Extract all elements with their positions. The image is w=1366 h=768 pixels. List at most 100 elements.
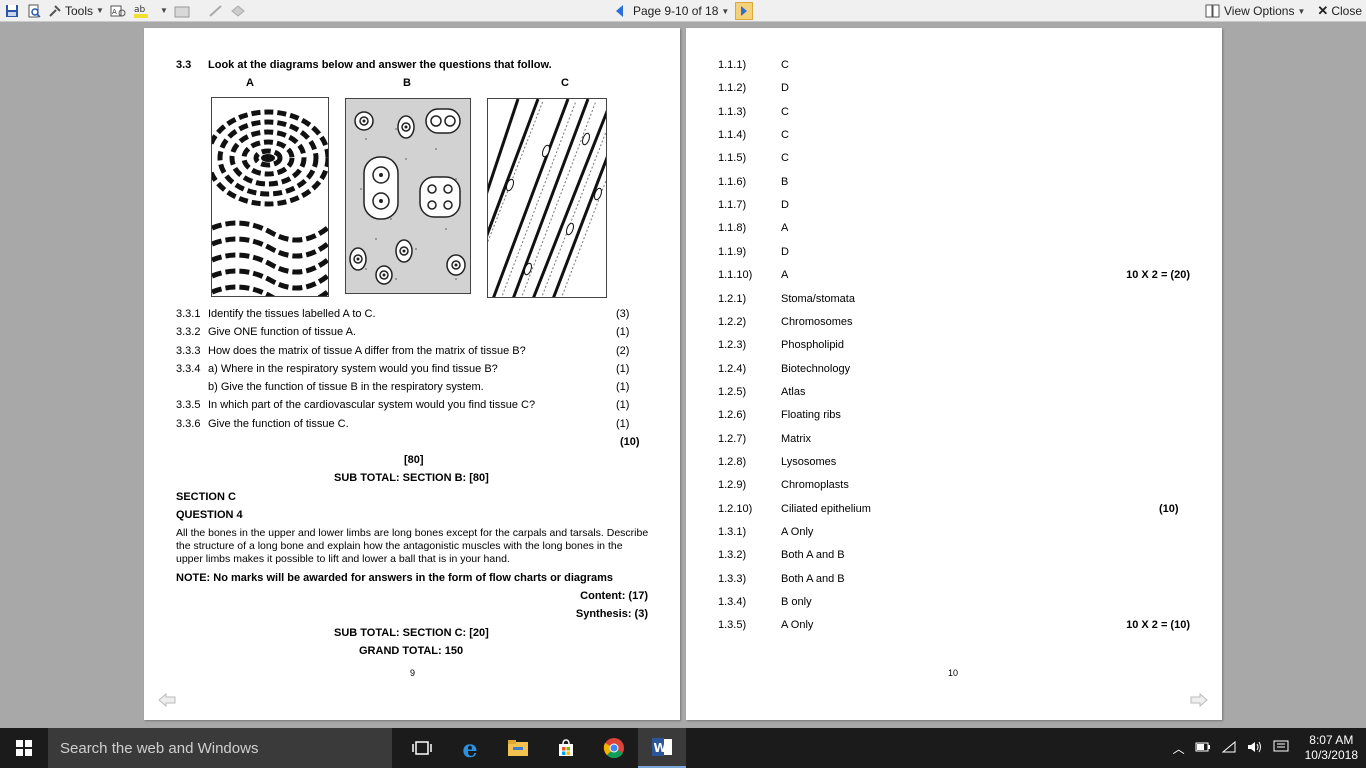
save-icon[interactable] <box>4 3 20 19</box>
answer-value: Both A and B <box>781 573 845 585</box>
search-placeholder: Search the web and Windows <box>60 739 259 757</box>
answer-value: C <box>781 152 789 164</box>
answer-value: D <box>781 246 789 258</box>
file-explorer-icon[interactable] <box>494 728 542 768</box>
clock-date: 10/3/2018 <box>1304 748 1358 762</box>
folder-icon[interactable] <box>174 3 190 19</box>
next-page-icon <box>741 6 748 16</box>
next-page-button[interactable] <box>735 2 754 20</box>
question-mark: (2) <box>616 345 630 357</box>
answer-value: Chromoplasts <box>781 479 849 491</box>
view-options-icon <box>1205 4 1220 18</box>
section-total: [80] <box>404 454 424 466</box>
diagram-b-cartilage <box>345 98 471 294</box>
notifications-icon[interactable] <box>1273 740 1289 757</box>
spelling-icon[interactable]: ab <box>132 3 154 19</box>
question-4-text-line: upper limbs makes it possible to lift an… <box>176 553 510 565</box>
question-mark: (1) <box>616 381 630 393</box>
question-number: 3.3 <box>176 59 192 71</box>
sub-total-section-c: SUB TOTAL: SECTION C: [20] <box>334 627 489 639</box>
question-text: Look at the diagrams below and answer th… <box>208 59 552 71</box>
research-icon[interactable]: A <box>110 3 126 19</box>
chevron-up-icon[interactable]: ︿ <box>1173 740 1185 757</box>
answer-value: C <box>781 106 789 118</box>
question-text: Give ONE function of tissue A. <box>208 326 356 338</box>
question-mark: (1) <box>616 418 630 430</box>
answer-value: B <box>781 176 789 188</box>
chevron-down-icon: ▼ <box>96 6 104 15</box>
word-icon[interactable]: W <box>638 728 686 768</box>
start-button[interactable] <box>0 728 48 768</box>
question-mark: (1) <box>616 363 630 375</box>
question-text: In which part of the cardiovascular syst… <box>208 399 536 411</box>
question-4-text-line: the structure of a long bone and explain… <box>176 540 623 552</box>
chevron-down-icon: ▼ <box>1297 6 1306 16</box>
volume-icon[interactable] <box>1247 740 1263 757</box>
sub-total-section-b: SUB TOTAL: SECTION B: [80] <box>334 472 489 484</box>
print-preview-icon[interactable] <box>26 3 42 19</box>
edge-icon[interactable]: e <box>446 728 494 768</box>
question-number: 3.3.6 <box>176 418 201 430</box>
answer-number: 1.3.1) <box>718 526 747 538</box>
store-icon[interactable] <box>542 728 590 768</box>
chrome-icon[interactable] <box>590 728 638 768</box>
answer-value: D <box>781 199 789 211</box>
grand-total: GRAND TOTAL: 150 <box>359 645 464 657</box>
tools-menu[interactable]: Tools ▼ <box>48 4 104 18</box>
chevron-down-icon[interactable]: ▼ <box>160 6 168 15</box>
question-text: Identify the tissues labelled A to C. <box>208 308 376 320</box>
page-number: 9 <box>410 668 416 678</box>
answer-number: 1.2.9) <box>718 479 747 491</box>
answer-number: 1.1.9) <box>718 246 747 258</box>
question-text: a) Where in the respiratory system would… <box>208 363 498 375</box>
page-9: 3.3 Look at the diagrams below and answe… <box>144 28 680 720</box>
synthesis-marks: Synthesis: (3) <box>575 608 648 620</box>
answer-value: Atlas <box>781 386 806 398</box>
edit-icon[interactable] <box>208 3 224 19</box>
view-options-menu[interactable]: View Options ▼ <box>1205 4 1305 18</box>
wifi-icon[interactable] <box>1221 740 1237 757</box>
svg-text:ab: ab <box>134 5 146 15</box>
answer-number: 1.2.6) <box>718 409 747 421</box>
diagram-label-c: C <box>561 77 569 89</box>
question-total: (10) <box>620 436 640 448</box>
answer-value: A <box>781 269 789 281</box>
answer-number: 1.3.5) <box>718 619 747 631</box>
tools-label: Tools <box>65 3 94 18</box>
battery-icon[interactable] <box>1195 741 1211 756</box>
reader-toolbar: Tools ▼ A ab ▼ Page 9-10 of 18 ▼ View Op… <box>0 0 1366 22</box>
answer-number: 1.2.1) <box>718 293 747 305</box>
section-c-heading: SECTION C <box>176 491 236 503</box>
answer-value: Both A and B <box>781 549 845 561</box>
content-marks: Content: (17) <box>580 590 648 602</box>
comment-icon[interactable] <box>230 3 246 19</box>
question-number: 3.3.4 <box>176 363 201 375</box>
answer-value: Lysosomes <box>781 456 837 468</box>
answer-value: A Only <box>781 619 814 631</box>
answer-number: 1.3.3) <box>718 573 747 585</box>
page-indicator[interactable]: Page 9-10 of 18 ▼ <box>633 4 729 18</box>
taskbar: Search the web and Windows e W ︿ 8:07 AM… <box>0 728 1366 768</box>
question-mark: (3) <box>616 308 630 320</box>
question-number: 3.3.5 <box>176 399 201 411</box>
answer-number: 1.2.3) <box>718 339 747 351</box>
close-button[interactable]: ✕ Close <box>1317 3 1362 19</box>
question-text: b) Give the function of tissue B in the … <box>208 381 484 393</box>
page-number: 10 <box>948 668 959 678</box>
answer-number: 1.1.2) <box>718 82 747 94</box>
answer-value: Ciliated epithelium <box>781 503 871 515</box>
previous-page-icon[interactable] <box>616 5 623 17</box>
answer-value: Biotechnology <box>781 363 851 375</box>
answer-value: C <box>781 59 789 71</box>
diagram-label-a: A <box>246 77 254 89</box>
task-view-icon[interactable] <box>398 728 446 768</box>
clock-time: 8:07 AM <box>1309 733 1354 747</box>
answer-number: 1.2.7) <box>718 433 747 445</box>
answer-mark: 10 X 2 = (10) <box>1126 619 1190 631</box>
previous-page-arrow-icon[interactable] <box>158 692 176 711</box>
answer-number: 1.1.3) <box>718 106 747 118</box>
clock[interactable]: 8:07 AM 10/3/2018 <box>1305 733 1358 763</box>
next-page-arrow-icon[interactable] <box>1190 692 1208 711</box>
answer-number: 1.1.10) <box>718 269 753 281</box>
taskbar-search[interactable]: Search the web and Windows <box>48 728 392 768</box>
